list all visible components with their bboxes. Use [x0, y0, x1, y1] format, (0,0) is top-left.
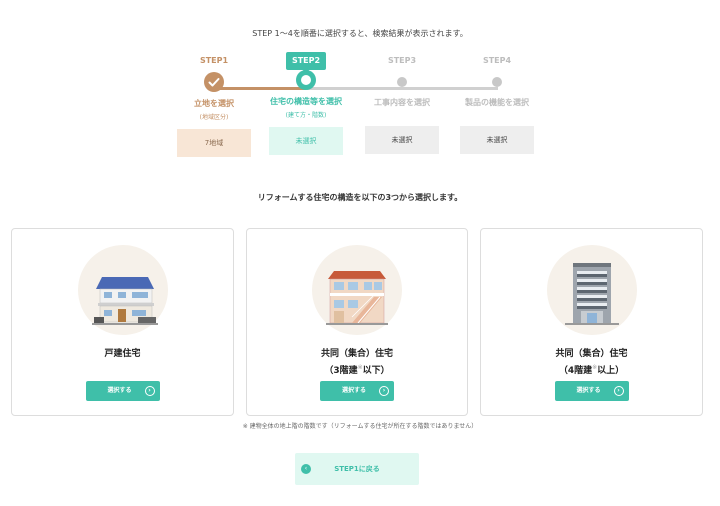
step-progress: STEP1 立地を選択 (地域区分) 7地域 STEP2 住宅の構造等を選択 (… — [0, 52, 720, 164]
intro-text: STEP 1〜4を順番に選択すると、検索結果が表示されます。 — [252, 29, 468, 38]
step-4-label: STEP4 — [482, 56, 512, 65]
step-1-sub: (地域区分) — [199, 114, 229, 121]
step-2-name: 住宅の構造等を選択 — [270, 97, 342, 106]
step-3-label: STEP3 — [387, 56, 417, 65]
select-button-label: 選択する — [107, 387, 132, 394]
card-title-line2: （4階建※以上） — [558, 364, 625, 376]
highrise-apartment-icon — [546, 245, 637, 335]
step-2-sub: (建て方・階数) — [285, 112, 327, 119]
select-button[interactable]: 選択する › — [85, 381, 160, 401]
step-3-name: 工事内容を選択 — [374, 98, 430, 107]
select-button[interactable]: 選択する › — [554, 381, 629, 401]
footnote: ※ 建物全体の地上階の階数です（リフォームする住宅が所在する階数ではありません） — [242, 423, 478, 430]
lowrise-apartment-icon — [312, 245, 402, 335]
arrow-right-icon: › — [379, 386, 389, 396]
select-button-label: 選択する — [342, 387, 367, 394]
card-title-line2: （3階建※以下） — [324, 364, 390, 376]
back-button-label: STEP1に戻る — [334, 465, 380, 473]
current-step-icon — [296, 70, 316, 90]
card-title: 戸建住宅 — [12, 347, 233, 361]
step-1-value: 7地域 — [177, 129, 251, 157]
step-4: STEP4 製品の機能を選択 未選択 — [447, 54, 547, 154]
arrow-right-icon: › — [613, 386, 624, 396]
card-title-line1: 戸建住宅 — [104, 349, 141, 359]
step-3-value: 未選択 — [365, 126, 439, 154]
step-2-label: STEP2 — [285, 52, 327, 74]
back-to-step1-button[interactable]: ‹ STEP1に戻る — [295, 453, 419, 485]
step-1-label: STEP1 — [199, 56, 229, 65]
select-button[interactable]: 選択する › — [320, 381, 394, 401]
step-3-dot-icon — [397, 77, 407, 87]
step-4-name: 製品の機能を選択 — [465, 98, 529, 107]
card-apartment-lowrise[interactable]: 共同（集合）住宅 （3階建※以下） 選択する › — [246, 228, 468, 416]
step-2[interactable]: STEP2 住宅の構造等を選択 (建て方・階数) 未選択 — [256, 52, 356, 155]
check-icon — [204, 72, 224, 92]
step-2-value: 未選択 — [269, 127, 343, 155]
card-title: 共同（集合）住宅 （3階建※以下） — [247, 347, 467, 378]
instruction-text: リフォームする住宅の構造を以下の3つから選択します。 — [257, 193, 463, 202]
card-title-line1: 共同（集合）住宅 — [320, 349, 393, 359]
select-button-label: 選択する — [576, 387, 601, 394]
step-4-dot-icon — [492, 77, 502, 87]
step-3: STEP3 工事内容を選択 未選択 — [352, 54, 452, 154]
card-detached-house[interactable]: 戸建住宅 選択する › — [11, 228, 234, 416]
card-apartment-highrise[interactable]: 共同（集合）住宅 （4階建※以上） 選択する › — [480, 228, 703, 416]
step-4-value: 未選択 — [460, 126, 534, 154]
card-title-line1: 共同（集合）住宅 — [555, 349, 628, 359]
card-title: 共同（集合）住宅 （4階建※以上） — [481, 347, 702, 378]
detached-house-icon — [77, 245, 168, 335]
arrow-right-icon: › — [144, 386, 155, 396]
step-1-name: 立地を選択 — [194, 99, 234, 108]
step-1[interactable]: STEP1 立地を選択 (地域区分) 7地域 — [164, 54, 264, 157]
